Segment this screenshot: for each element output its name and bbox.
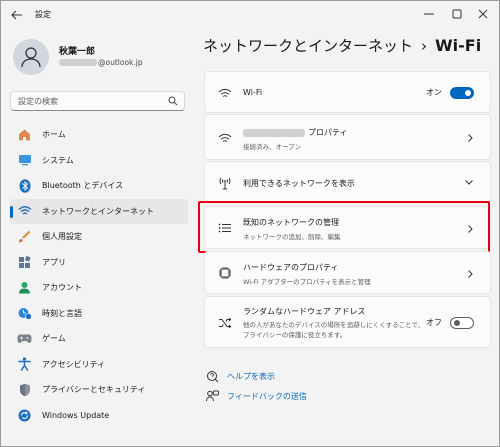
sidebar-item-apps[interactable]: アプリ (10, 250, 188, 275)
network-status: 接続済み、オープン (243, 143, 302, 151)
random-address-desc-2: プライバシーの保護に役立ちます。 (243, 331, 347, 339)
breadcrumb: ネットワークとインターネット › Wi-Fi (203, 35, 481, 56)
chevron-right-icon (468, 270, 473, 278)
sidebar-item-label: Windows Update (42, 410, 110, 420)
feedback-icon (205, 389, 219, 403)
chevron-right-icon (468, 134, 473, 142)
random-address-toggle-state: オフ (426, 318, 442, 327)
sidebar-item-label: ゲーム (42, 334, 66, 343)
redacted-email-local (59, 59, 97, 66)
help-icon (205, 369, 219, 383)
sidebar-item-label: システム (42, 155, 74, 165)
highlight-box (198, 201, 490, 253)
random-address-toggle[interactable] (450, 317, 474, 329)
sidebar-item-label: アクセシビリティ (42, 359, 106, 369)
brush-icon (17, 229, 32, 244)
hardware-properties-desc: Wi-Fi アダプターのプロパティを表示と管理 (243, 278, 371, 286)
network-properties-card[interactable]: プロパティ 接続済み、オープン (204, 114, 491, 160)
wifi-label: Wi-Fi (243, 88, 263, 97)
wifi-toggle-state: オン (426, 88, 442, 97)
sidebar-item-label: 時刻と言語 (42, 308, 82, 318)
game-icon (17, 331, 32, 346)
network-icon (17, 204, 32, 219)
sidebar-item-label: 個人用設定 (42, 232, 82, 241)
random-address-desc-1: 他の人があなたのデバイスの場所を追跡しにくくすることで、 (243, 321, 425, 329)
search-icon (168, 96, 178, 109)
window-title: 設定 (35, 10, 51, 19)
network-properties-suffix: プロパティ (308, 128, 348, 137)
back-arrow-icon[interactable] (9, 7, 25, 23)
sidebar-item-label: ホーム (42, 130, 66, 139)
antenna-icon (217, 175, 233, 191)
network-properties-title: プロパティ (243, 127, 348, 138)
email-domain: @outlook.jp (98, 58, 143, 67)
sidebar-item-gaming[interactable]: ゲーム (10, 326, 188, 351)
wifi-signal-icon (217, 130, 233, 146)
available-networks-label: 利用できるネットワークを表示 (243, 179, 355, 188)
chip-icon (217, 265, 233, 281)
time-language-icon (17, 306, 32, 321)
update-icon (17, 408, 32, 423)
wifi-icon (217, 85, 233, 101)
sidebar-item-label: Bluetooth とデバイス (42, 181, 124, 190)
random-address-title: ランダムなハードウェア アドレス (243, 307, 366, 316)
accessibility-icon (17, 357, 32, 372)
search-input[interactable]: 設定の検索 (10, 91, 185, 111)
breadcrumb-separator: › (421, 37, 428, 55)
system-icon (17, 153, 32, 168)
minimize-button[interactable] (415, 3, 443, 25)
bluetooth-icon (17, 178, 32, 193)
page-title: Wi-Fi (435, 36, 482, 55)
user-email: @outlook.jp (59, 58, 143, 67)
search-placeholder: 設定の検索 (18, 97, 58, 106)
sidebar-item-label: ネットワークとインターネット (42, 206, 154, 216)
breadcrumb-parent[interactable]: ネットワークとインターネット (203, 37, 413, 55)
sidebar-item-home[interactable]: ホーム (10, 122, 188, 147)
sidebar-item-time-language[interactable]: 時刻と言語 (10, 301, 188, 326)
user-name: 秋葉一郎 (59, 47, 96, 57)
sidebar-nav: ホーム システム Bluetooth とデバイス ネットワークとインターネット … (10, 122, 188, 428)
shield-icon (17, 382, 32, 397)
help-link-label: ヘルプを表示 (227, 371, 275, 381)
settings-window: 設定 秋葉一郎 @outlook.jp 設定の検索 ホーム システム Bluet… (0, 0, 500, 447)
sidebar-item-label: プライバシーとセキュリティ (42, 385, 146, 394)
redacted-network-name (243, 128, 305, 137)
sidebar-item-windows-update[interactable]: Windows Update (10, 403, 188, 428)
wifi-toggle-card[interactable]: Wi-Fi オン (204, 71, 491, 113)
shuffle-icon (217, 315, 233, 331)
hardware-properties-title: ハードウェアのプロパティ (243, 263, 339, 272)
close-button[interactable] (469, 3, 497, 25)
sidebar-item-label: アプリ (42, 257, 66, 267)
account-icon (17, 280, 32, 295)
hardware-properties-card[interactable]: ハードウェアのプロパティ Wi-Fi アダプターのプロパティを表示と管理 (204, 251, 491, 294)
feedback-link-label: フィードバックの送信 (227, 391, 307, 401)
home-icon (17, 127, 32, 142)
maximize-button[interactable] (443, 3, 471, 25)
apps-icon (17, 255, 32, 270)
feedback-link[interactable]: フィードバックの送信 (205, 389, 307, 403)
sidebar-item-accessibility[interactable]: アクセシビリティ (10, 352, 188, 377)
sidebar-item-label: アカウント (42, 283, 82, 292)
available-networks-card[interactable]: 利用できるネットワークを表示 (204, 161, 491, 203)
random-hardware-address-card: ランダムなハードウェア アドレス 他の人があなたのデバイスの場所を追跡しにくくす… (204, 296, 491, 348)
title-bar: 設定 (1, 1, 499, 29)
sidebar-item-privacy[interactable]: プライバシーとセキュリティ (10, 377, 188, 402)
sidebar-item-personalization[interactable]: 個人用設定 (10, 224, 188, 249)
help-link[interactable]: ヘルプを表示 (205, 369, 275, 383)
wifi-toggle[interactable] (450, 87, 474, 99)
sidebar-item-network[interactable]: ネットワークとインターネット (10, 198, 188, 224)
chevron-down-icon[interactable] (464, 178, 474, 186)
sidebar-item-bluetooth[interactable]: Bluetooth とデバイス (10, 173, 188, 198)
sidebar-item-accounts[interactable]: アカウント (10, 275, 188, 300)
avatar[interactable] (13, 39, 49, 75)
sidebar-item-system[interactable]: システム (10, 148, 188, 173)
